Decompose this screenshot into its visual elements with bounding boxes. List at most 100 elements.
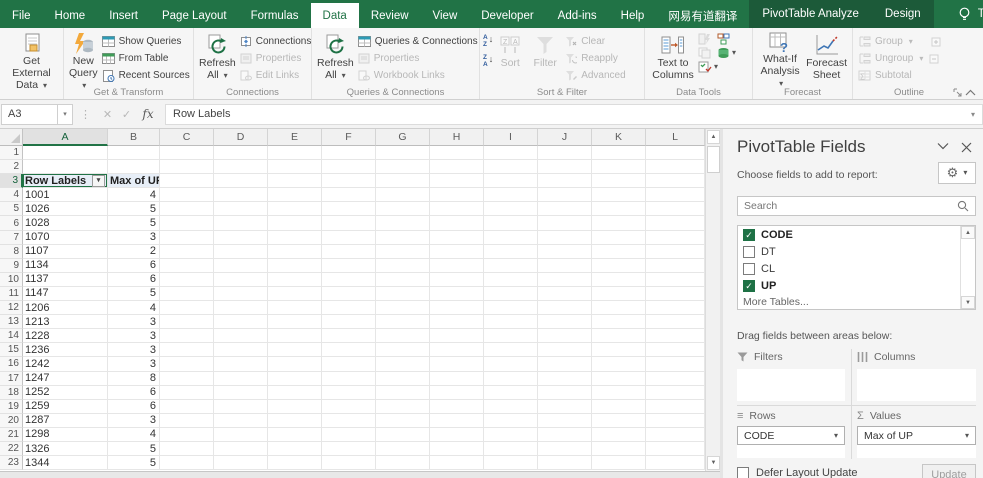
cell[interactable] — [160, 414, 214, 428]
cell[interactable] — [538, 202, 592, 216]
cell[interactable] — [484, 343, 538, 357]
cell[interactable] — [322, 231, 376, 245]
cell[interactable]: 1028 — [23, 216, 108, 230]
cell[interactable] — [160, 343, 214, 357]
name-box[interactable]: A3 — [1, 104, 58, 125]
row-header-6[interactable]: 6 — [0, 216, 23, 230]
cell[interactable] — [376, 245, 430, 259]
cell[interactable]: 5 — [108, 216, 160, 230]
field-checkbox-code[interactable]: ✓ — [743, 229, 755, 241]
field-list-scrollbar[interactable]: ▲ ▼ — [960, 226, 975, 309]
cell[interactable] — [538, 174, 592, 188]
cell[interactable] — [322, 372, 376, 386]
cell[interactable] — [430, 146, 484, 160]
cell[interactable] — [322, 343, 376, 357]
cell[interactable] — [538, 386, 592, 400]
cell[interactable] — [268, 202, 322, 216]
subtotal-button[interactable]: Σ Subtotal — [856, 67, 962, 84]
row-labels-filter-button[interactable]: ▾ — [92, 175, 105, 187]
row-header-3[interactable]: 3 — [0, 174, 23, 188]
row-header-12[interactable]: 12 — [0, 301, 23, 315]
workbook-links-button[interactable]: Workbook Links — [356, 67, 480, 84]
cell[interactable]: 6 — [108, 400, 160, 414]
cell[interactable] — [538, 245, 592, 259]
cell[interactable] — [160, 456, 214, 470]
properties-button-2[interactable]: Properties — [356, 50, 480, 67]
refresh-all-button[interactable]: Refresh All ▾ — [197, 30, 238, 86]
cell[interactable] — [538, 357, 592, 371]
cell[interactable] — [214, 400, 268, 414]
cell[interactable] — [646, 146, 705, 160]
cell[interactable] — [214, 343, 268, 357]
cell[interactable] — [646, 273, 705, 287]
cell[interactable] — [430, 287, 484, 301]
edit-links-button[interactable]: Edit Links — [238, 67, 314, 84]
scrollbar-thumb[interactable] — [707, 146, 720, 173]
row-header-23[interactable]: 23 — [0, 456, 23, 470]
cell[interactable] — [430, 442, 484, 456]
cell[interactable] — [430, 259, 484, 273]
cell[interactable] — [538, 216, 592, 230]
cell[interactable] — [646, 456, 705, 470]
update-button[interactable]: Update — [922, 464, 976, 478]
field-checkbox-dt[interactable] — [743, 246, 755, 258]
cell[interactable] — [484, 160, 538, 174]
cell[interactable] — [160, 442, 214, 456]
cell[interactable]: 1344 — [23, 456, 108, 470]
cell[interactable]: 1206 — [23, 301, 108, 315]
field-item-up[interactable]: ✓UP — [738, 277, 975, 294]
cell[interactable] — [268, 273, 322, 287]
cell[interactable] — [268, 188, 322, 202]
cell[interactable] — [376, 259, 430, 273]
cell[interactable] — [376, 146, 430, 160]
cell[interactable] — [538, 428, 592, 442]
cell[interactable] — [322, 160, 376, 174]
cell[interactable]: 1107 — [23, 245, 108, 259]
cell[interactable] — [430, 414, 484, 428]
cell[interactable] — [214, 372, 268, 386]
cell[interactable] — [646, 414, 705, 428]
cell[interactable] — [376, 456, 430, 470]
cell[interactable] — [268, 329, 322, 343]
cell[interactable] — [214, 231, 268, 245]
tab-formulas[interactable]: Formulas — [239, 3, 311, 28]
show-queries-button[interactable]: Show Queries — [100, 33, 192, 50]
cell[interactable] — [592, 174, 646, 188]
tools-button[interactable]: ⚙ ▾ — [938, 162, 976, 184]
cell[interactable] — [538, 146, 592, 160]
row-header-14[interactable]: 14 — [0, 329, 23, 343]
cell[interactable] — [376, 216, 430, 230]
cell[interactable] — [376, 372, 430, 386]
scroll-up-icon[interactable]: ▲ — [961, 226, 975, 239]
cell[interactable] — [538, 273, 592, 287]
cell[interactable]: 3 — [108, 315, 160, 329]
cell[interactable] — [160, 329, 214, 343]
cell[interactable] — [160, 188, 214, 202]
cell[interactable]: 4 — [108, 428, 160, 442]
from-table-button[interactable]: From Table — [100, 50, 192, 67]
cell[interactable] — [592, 442, 646, 456]
cell[interactable] — [268, 414, 322, 428]
tab-home[interactable]: Home — [43, 3, 98, 28]
cell[interactable] — [214, 357, 268, 371]
cell[interactable] — [538, 287, 592, 301]
cell[interactable] — [214, 146, 268, 160]
grid-vertical-scrollbar[interactable]: ▲ ▼ — [705, 129, 720, 471]
data-validation-button[interactable]: ▾ — [698, 61, 736, 73]
tab-file[interactable]: File — [0, 3, 43, 28]
cell[interactable] — [376, 160, 430, 174]
cell[interactable] — [322, 259, 376, 273]
column-header-H[interactable]: H — [430, 129, 484, 146]
row-header-19[interactable]: 19 — [0, 400, 23, 414]
cell[interactable] — [376, 329, 430, 343]
cell[interactable] — [646, 301, 705, 315]
tab-page-layout[interactable]: Page Layout — [150, 3, 239, 28]
field-checkbox-up[interactable]: ✓ — [743, 280, 755, 292]
row-header-10[interactable]: 10 — [0, 273, 23, 287]
cell[interactable] — [376, 343, 430, 357]
queries-connections-button[interactable]: Queries & Connections — [356, 33, 480, 50]
cell[interactable] — [268, 386, 322, 400]
cell[interactable] — [160, 315, 214, 329]
cell[interactable] — [268, 315, 322, 329]
cell[interactable] — [214, 329, 268, 343]
